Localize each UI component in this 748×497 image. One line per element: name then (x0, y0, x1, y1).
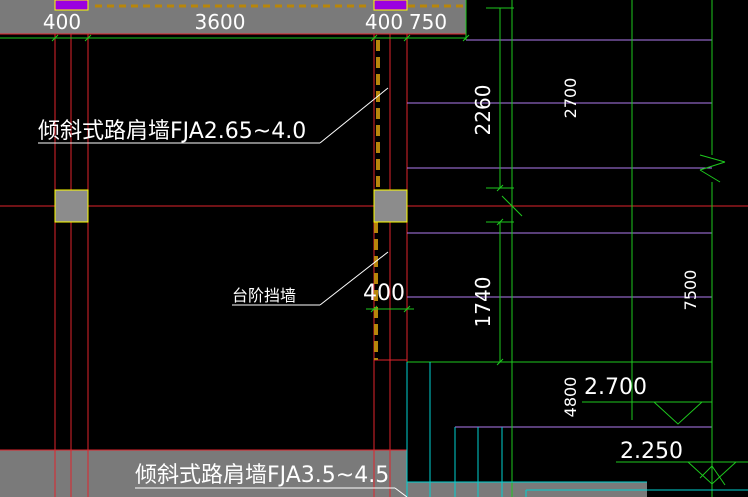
label-lower-wall: 倾斜式路肩墙FJA3.5~4.5 (135, 463, 389, 488)
dim-top-2: 3600 (195, 10, 246, 34)
elevation-label-1: 2.700 (584, 375, 647, 400)
top-dimension (0, 34, 470, 42)
dim-top-1: 400 (43, 10, 81, 34)
dim-right-1740: 1740 (471, 277, 495, 328)
dim-4800: 4800 (561, 377, 580, 418)
elevation-marker-1 (582, 401, 712, 425)
column-left (54, 189, 89, 223)
dim-top-3: 400 (365, 10, 403, 34)
label-upper-wall: 倾斜式路肩墙FJA2.65~4.0 (38, 119, 306, 144)
elevation-marker-2 (616, 461, 748, 485)
elevation-label-2: 2.250 (620, 439, 683, 464)
right-dimension-lines (407, 0, 726, 497)
top-column-right (373, 0, 408, 11)
column-right (373, 189, 408, 223)
cad-drawing-canvas[interactable]: 400 3600 400 750 400 2260 1740 2700 7500… (0, 0, 748, 497)
dim-right-2260: 2260 (471, 85, 495, 136)
dim-top-4: 750 (409, 10, 447, 34)
dim-right-2700: 2700 (561, 78, 580, 119)
dim-bay: 400 (363, 281, 405, 306)
purple-lines (407, 39, 712, 428)
label-step-wall: 台阶挡墙 (232, 286, 296, 305)
top-column-left (54, 0, 89, 11)
dim-right-7500: 7500 (681, 270, 700, 311)
cad-drawing: 400 3600 400 750 400 2260 1740 2700 7500… (0, 0, 748, 497)
